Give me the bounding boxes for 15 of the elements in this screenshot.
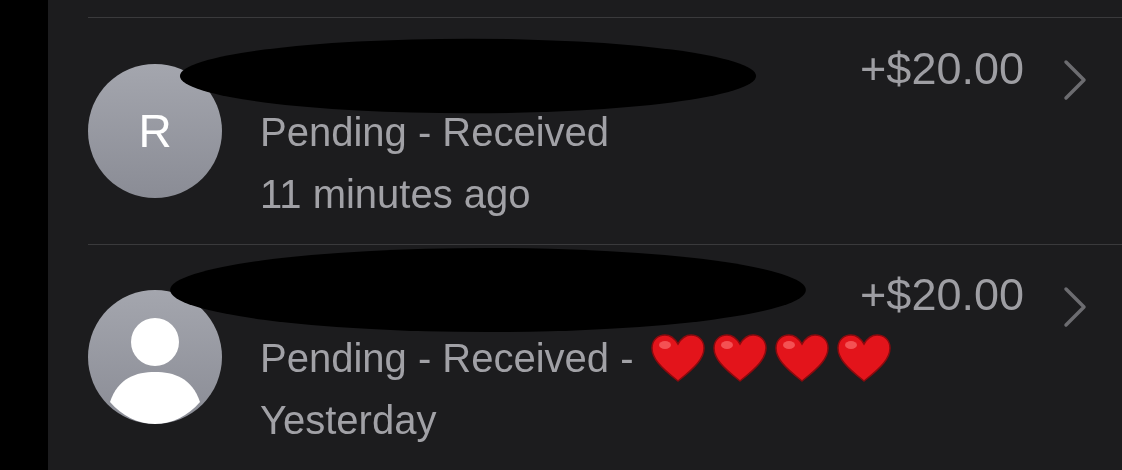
heart-icon xyxy=(773,333,830,384)
avatar: R xyxy=(88,63,222,198)
amount: +$20.00 xyxy=(860,268,1024,323)
amount: +$20.00 xyxy=(860,41,1024,96)
time-text: Yesterday xyxy=(260,397,438,445)
status-text: Pending - Received - xyxy=(260,335,634,383)
chevron-icon xyxy=(1062,58,1088,102)
transaction-row[interactable]: R +$20.00 Pending - Received 11 minutes ago xyxy=(88,17,1122,244)
time-text: 11 minutes ago xyxy=(260,170,532,218)
heart-icon xyxy=(835,333,892,384)
heart-icon xyxy=(711,333,768,384)
status-text: Pending - Received xyxy=(260,108,610,156)
heart-icon xyxy=(649,333,706,384)
transaction-row[interactable]: +$20.00 Pending - Received - Yesterday xyxy=(88,243,1122,470)
chevron-icon xyxy=(1062,284,1088,329)
